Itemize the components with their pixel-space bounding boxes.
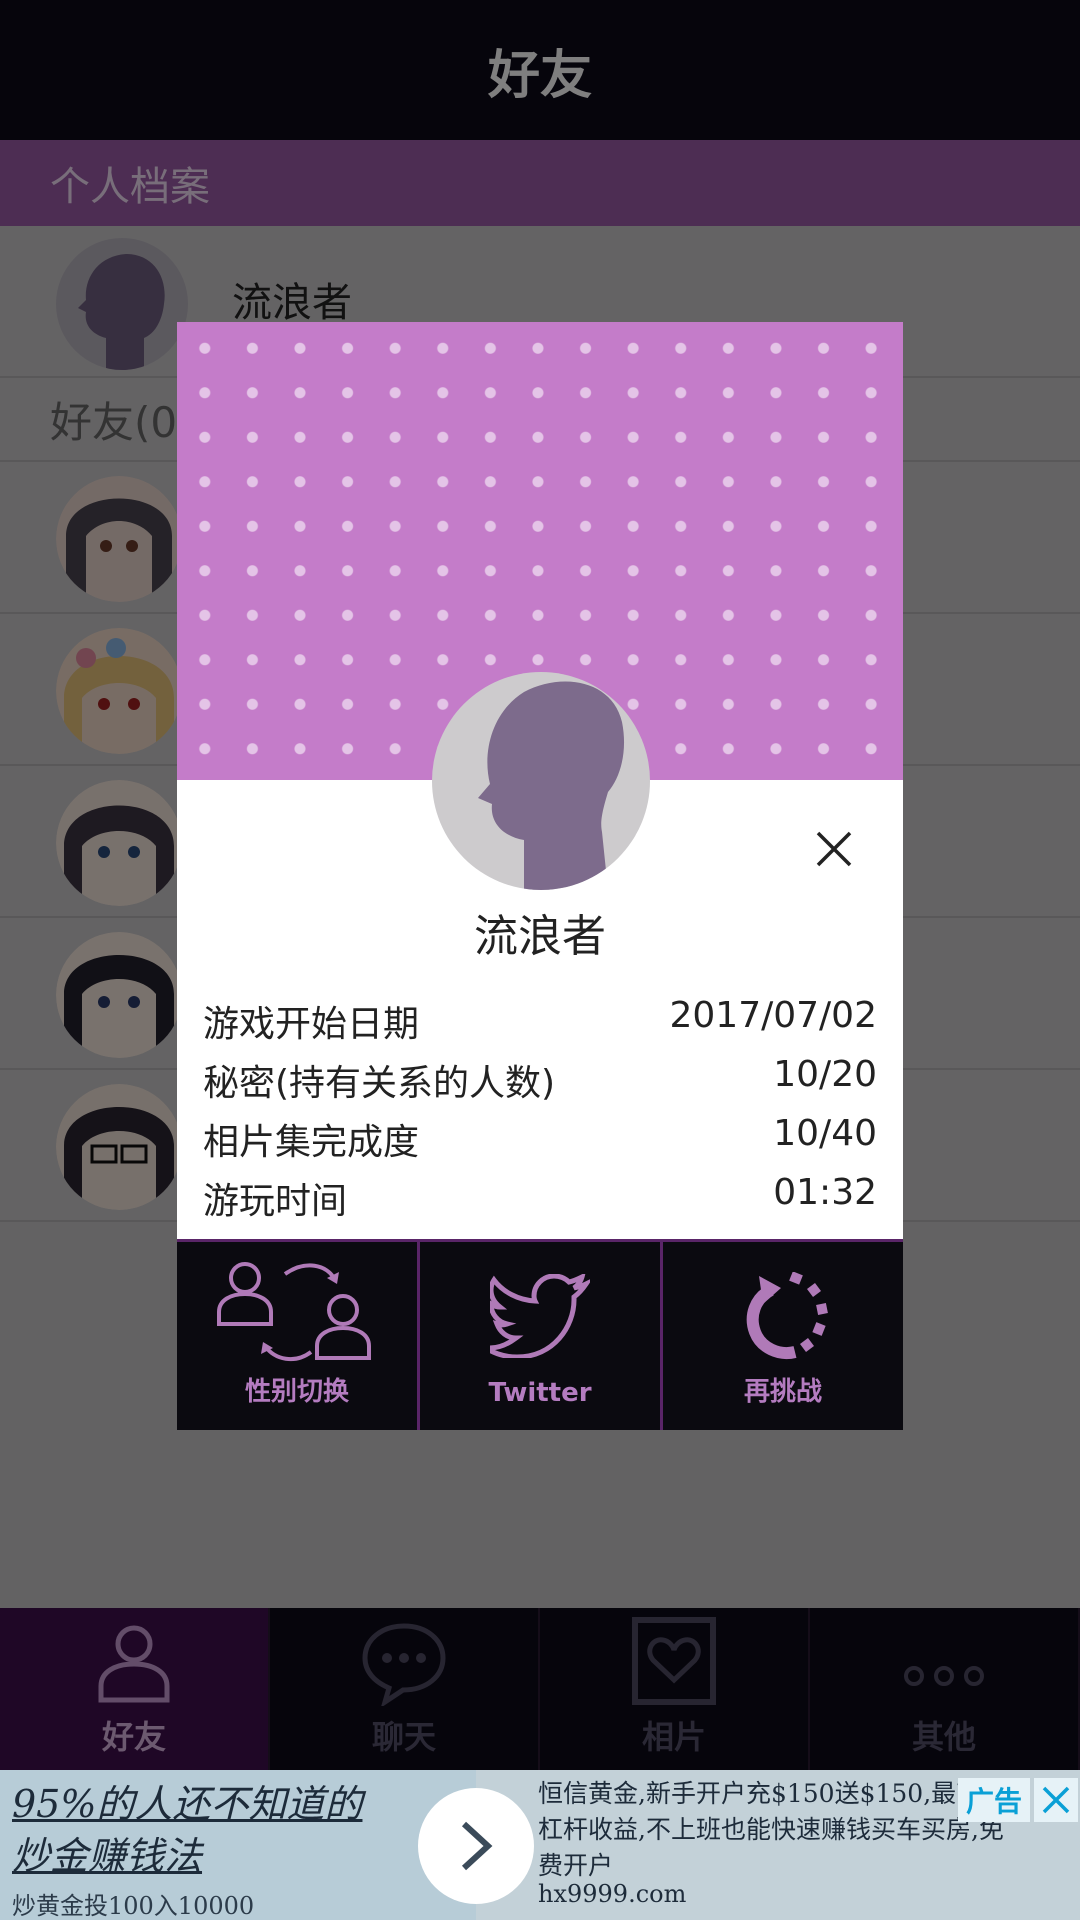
gender-switch-icon [217, 1262, 371, 1362]
ad-headline-line2: 炒金赚钱法 [12, 1834, 203, 1878]
action-label: 性别切换 [244, 1377, 349, 1407]
close-button[interactable] [807, 822, 861, 876]
retry-button[interactable]: 再挑战 [663, 1242, 903, 1430]
stat-label: 秘密(持有关系的人数) [203, 1063, 556, 1104]
chevron-right-icon [461, 1821, 493, 1871]
ad-open-button[interactable] [418, 1788, 534, 1904]
ad-description: 恒信黄金,新手开户充$150送$150,最高倍杠杆收益,不上班也能快速赚钱买车买… [538, 1779, 1007, 1880]
profile-card-actions: 性别切换 Twitter 再挑战 [177, 1239, 903, 1430]
stat-row: 相片集完成度 10/40 [203, 1113, 877, 1165]
action-label: Twitter [488, 1378, 592, 1408]
action-label: 再挑战 [743, 1377, 822, 1407]
stat-row: 游戏开始日期 2017/07/02 [203, 995, 877, 1047]
profile-card-avatar [432, 672, 650, 890]
ad-label: 广告 [958, 1778, 1030, 1822]
twitter-share-button[interactable]: Twitter [420, 1242, 663, 1430]
stat-label: 相片集完成度 [203, 1122, 420, 1163]
profile-card-name: 流浪者 [474, 911, 606, 962]
stat-label: 游戏开始日期 [203, 1004, 420, 1045]
stat-row: 秘密(持有关系的人数) 10/20 [203, 1054, 877, 1106]
close-icon [816, 831, 852, 867]
retry-loading-icon [746, 1272, 828, 1359]
ad-headline: 95%的人还不知道的 炒金赚钱法 [12, 1778, 362, 1882]
ad-banner[interactable]: 95%的人还不知道的 炒金赚钱法 炒黄金投100入10000 恒信黄金,新手开户… [0, 1770, 1080, 1920]
twitter-bird-icon [490, 1274, 590, 1358]
ad-url: hx9999.com [538, 1880, 687, 1908]
stat-value: 2017/07/02 [669, 995, 878, 1036]
stat-row: 游玩时间 01:32 [203, 1172, 877, 1224]
ad-subtitle: 炒黄金投100入10000 [12, 1892, 255, 1920]
stat-label: 游玩时间 [203, 1181, 348, 1222]
stat-value: 10/20 [773, 1054, 877, 1095]
close-icon [1042, 1786, 1070, 1814]
profile-card-modal: 流浪者 游戏开始日期 2017/07/02 秘密(持有关系的人数) 10/20 … [177, 322, 903, 1430]
ad-close-button[interactable] [1034, 1778, 1078, 1822]
ad-headline-line1: 95%的人还不知道的 [12, 1782, 363, 1826]
gender-switch-button[interactable]: 性别切换 [177, 1242, 420, 1430]
stat-value: 10/40 [773, 1113, 877, 1154]
stat-value: 01:32 [773, 1172, 877, 1213]
